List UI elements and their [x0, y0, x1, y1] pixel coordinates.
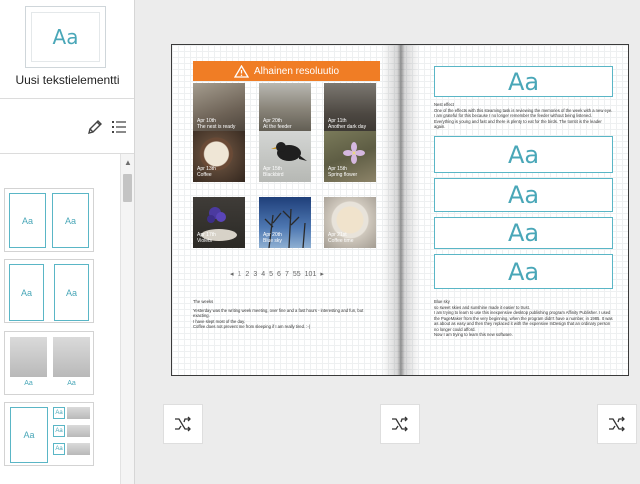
- photo-tile[interactable]: Apr 11th Another dark day: [324, 83, 376, 134]
- pager-page[interactable]: 7: [285, 271, 289, 278]
- book-spread[interactable]: Apr 10th The nest is ready Apr 20th At the…: [171, 44, 629, 376]
- pencil-icon[interactable]: [84, 116, 106, 138]
- photo-tile[interactable]: Apr 20th At the feeder: [259, 83, 311, 134]
- layout-text-slot: Aa: [53, 425, 65, 437]
- text-element-preview: Aa: [31, 12, 100, 62]
- layout-caption-slot: Aa: [53, 378, 90, 388]
- right-page-bottom-text[interactable]: Blue sky so sweet skies and sunshine mad…: [434, 299, 614, 338]
- photo-caption: Apr 15th Spring flower: [328, 166, 358, 178]
- low-resolution-warning[interactable]: Alhainen resoluutio: [193, 61, 380, 81]
- pager-prev-icon[interactable]: ◂: [230, 270, 234, 278]
- layout-text-slot: Aa: [9, 264, 44, 321]
- layout-text-slot: Aa: [53, 407, 65, 419]
- photo-caption: Apr 13th Coffee: [197, 166, 216, 178]
- pager-next-icon[interactable]: ▸: [320, 270, 324, 278]
- layout-photo-slot: [10, 337, 47, 377]
- layout-card-two-text-tall[interactable]: Aa Aa: [4, 259, 94, 323]
- photo-tile[interactable]: Apr 15th Blackbird: [259, 131, 311, 182]
- text-title: The weeks: [193, 299, 214, 304]
- shuffle-right-page-button[interactable]: [597, 404, 637, 444]
- shuffle-icon: [609, 416, 625, 432]
- layout-photo-slot: [67, 443, 90, 455]
- pager-page[interactable]: 6: [277, 271, 281, 278]
- layout-list: Aa Aa Aa Aa Aa Aa Aa Aa Aa Aa: [0, 154, 134, 484]
- shuffle-icon: [392, 416, 408, 432]
- layout-text-slot: Aa: [52, 193, 89, 248]
- pager-page[interactable]: 4: [261, 271, 265, 278]
- text-line: Everything is young and fast and there i…: [434, 118, 602, 130]
- left-page-text[interactable]: The weeks Yesterday was the writing week…: [193, 299, 373, 330]
- layout-text-slot: Aa: [53, 443, 65, 455]
- shuffle-spread-button[interactable]: [380, 404, 420, 444]
- pager-page[interactable]: 55: [293, 271, 301, 278]
- text-line: One of the effects with this steaming ta…: [434, 107, 613, 119]
- layout-card-two-photo-captioned[interactable]: Aa Aa: [4, 331, 94, 395]
- photo-tile[interactable]: Apr 15th Spring flower: [324, 131, 376, 182]
- photo-tile[interactable]: Apr 13th Coffee: [193, 131, 245, 182]
- new-text-element-label: Uusi tekstielementti: [15, 73, 120, 87]
- shuffle-icon: [175, 416, 191, 432]
- scroll-up-arrow-icon[interactable]: ▲: [124, 158, 132, 167]
- right-page-top-text[interactable]: Nest effect One of the effects with this…: [434, 102, 614, 130]
- photo-tile[interactable]: Apr 17th Violets: [193, 197, 245, 248]
- text-line: Now I am trying to learn this new softwa…: [434, 332, 513, 337]
- divider: [0, 98, 134, 99]
- text-box-caption[interactable]: Aa: [434, 136, 613, 173]
- photo-caption: Apr 20th At the feeder: [263, 118, 292, 130]
- photo-caption: Apr 17th Violets: [197, 232, 216, 244]
- pager-page[interactable]: 3: [253, 271, 257, 278]
- layout-card-text-and-grid[interactable]: Aa Aa Aa Aa: [4, 402, 94, 466]
- layout-text-slot: Aa: [10, 407, 48, 463]
- layout-text-slot: Aa: [54, 264, 89, 321]
- app-root: Aa Uusi tekstielementti Aa Aa Aa Aa Aa A…: [0, 0, 640, 484]
- photo-tile[interactable]: Apr 21st Coffee time: [324, 197, 376, 248]
- text-box-caption[interactable]: Aa: [434, 254, 613, 289]
- layout-card-two-text[interactable]: Aa Aa: [4, 188, 94, 252]
- text-box-caption[interactable]: Aa: [434, 178, 613, 212]
- photo-caption: Apr 21st Coffee time: [328, 232, 354, 244]
- text-line: Coffee does not prevent me from sleeping…: [193, 324, 311, 329]
- book-spine: [382, 45, 420, 375]
- layout-caption-slot: Aa: [10, 378, 47, 388]
- scroll-thumb[interactable]: [123, 174, 132, 202]
- shuffle-left-page-button[interactable]: [163, 404, 203, 444]
- text-line: Yesterday was the writing week meeting, …: [193, 307, 364, 319]
- layout-scrollbar[interactable]: ▲: [120, 154, 134, 484]
- warning-text: Alhainen resoluutio: [253, 65, 340, 77]
- pager-page[interactable]: 1: [238, 271, 242, 278]
- pagination: ◂ 1 2 3 4 5 6 7 55 101 ▸: [230, 268, 324, 280]
- list-icon[interactable]: [108, 116, 130, 138]
- pager-page[interactable]: 101: [305, 271, 317, 278]
- layout-photo-slot: [53, 337, 90, 377]
- new-text-element-tile[interactable]: Aa: [25, 6, 106, 68]
- text-box-heading[interactable]: Aa: [434, 66, 613, 97]
- warning-icon: [233, 64, 249, 78]
- text-box-caption[interactable]: Aa: [434, 217, 613, 249]
- pager-page[interactable]: 5: [269, 271, 273, 278]
- text-line: I am trying to learn to use this inexpen…: [434, 310, 613, 332]
- layout-photo-slot: [67, 407, 90, 419]
- photo-caption: Apr 20th Blue sky: [263, 232, 282, 244]
- photo-tile[interactable]: Apr 10th The nest is ready: [193, 83, 245, 134]
- layout-text-slot: Aa: [9, 193, 46, 248]
- layout-photo-slot: [67, 425, 90, 437]
- photo-caption: Apr 10th The nest is ready: [197, 118, 236, 130]
- pager-page[interactable]: 2: [245, 271, 249, 278]
- photo-caption: Apr 15th Blackbird: [263, 166, 284, 178]
- photo-tile[interactable]: Apr 20th Blue sky: [259, 197, 311, 248]
- photo-caption: Apr 11th Another dark day: [328, 118, 367, 130]
